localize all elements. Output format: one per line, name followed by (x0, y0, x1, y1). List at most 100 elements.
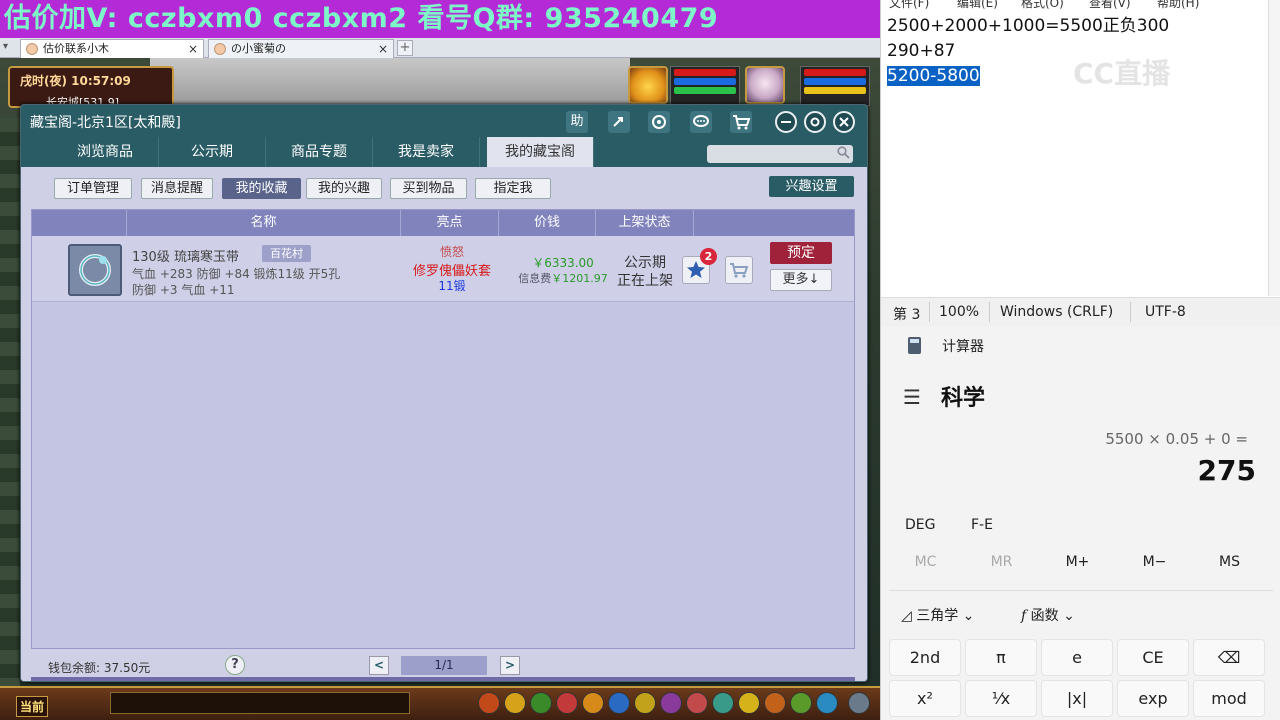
help-icon[interactable]: 助 (566, 111, 588, 133)
memory-add-button[interactable]: M+ (1039, 554, 1116, 570)
calculator-window: 计算器 ☰ 科学 5500 × 0.05 + 0 = 275 DEG F-E M… (880, 326, 1280, 720)
tab-topics[interactable]: 商品专题 (266, 137, 373, 167)
square-key[interactable]: x² (889, 680, 961, 717)
item-price: ￥6333.00 (532, 256, 594, 270)
game-toolbar: 当前 (0, 686, 880, 720)
tab-seller[interactable]: 我是卖家 (373, 137, 480, 167)
hamburger-menu-icon[interactable]: ☰ (903, 385, 921, 409)
game-menu-icon[interactable] (608, 692, 630, 714)
memory-recall-button[interactable]: MR (963, 554, 1040, 570)
new-tab-button[interactable]: + (397, 40, 413, 56)
browser-tab-1[interactable]: 估价联系小木 × (20, 39, 204, 58)
add-to-cart-icon[interactable] (725, 256, 753, 284)
exp-key[interactable]: exp (1117, 680, 1189, 717)
e-key[interactable]: e (1041, 639, 1113, 676)
close-icon[interactable] (833, 111, 855, 133)
function-menu[interactable]: f 函数 ⌄ (1021, 605, 1075, 625)
minimize-icon[interactable] (775, 111, 797, 133)
tab-close-icon[interactable]: × (378, 40, 388, 58)
channel-current[interactable]: 当前 (16, 696, 49, 717)
tab-menu-icon[interactable]: ▾ (3, 41, 8, 52)
order-management-button[interactable]: 订单管理 (54, 178, 132, 199)
game-menu-icon[interactable] (738, 692, 760, 714)
jade-belt-icon[interactable] (68, 244, 122, 296)
reserve-button[interactable]: 预定 (770, 242, 832, 264)
calc-divider (889, 590, 1273, 591)
record-icon[interactable] (648, 111, 670, 133)
settings-icon[interactable] (804, 111, 826, 133)
menu-format[interactable]: 格式(O) (1021, 0, 1064, 11)
notepad-text-area[interactable]: 2500+2000+1000=5500正负300 290+87 5200-5800 (887, 14, 1169, 89)
game-menu-icon[interactable] (660, 692, 682, 714)
chat-input[interactable] (110, 692, 410, 714)
promo-banner: 估价加V: cczbxm0 cczbxm2 看号Q群: 935240479 (0, 0, 880, 38)
message-alert-button[interactable]: 消息提醒 (141, 178, 213, 199)
game-menu-icon[interactable] (764, 692, 786, 714)
browser-tab-2[interactable]: の小蜜菊の × (208, 39, 394, 58)
tab-browse[interactable]: 浏览商品 (52, 137, 159, 167)
triangle-ruler-icon: ◿ (901, 608, 912, 624)
status-eol: Windows (CRLF) (1000, 304, 1114, 320)
tab-close-icon[interactable]: × (188, 40, 198, 58)
game-menu-icon[interactable] (686, 692, 708, 714)
status-line-1: 公示期 (624, 255, 666, 271)
game-menu-icon[interactable] (816, 692, 838, 714)
my-favorites-button[interactable]: 我的收藏 (222, 178, 301, 199)
dialog-titlebar: 藏宝阁-北京1区[太和殿] 助 (21, 105, 867, 137)
pi-key[interactable]: π (965, 639, 1037, 676)
designated-me-button[interactable]: 指定我 (475, 178, 551, 199)
menu-view[interactable]: 查看(V) (1089, 0, 1131, 11)
backspace-icon[interactable]: ⌫ (1193, 639, 1265, 676)
reciprocal-key[interactable]: ¹⁄x (965, 680, 1037, 717)
tab-public-period[interactable]: 公示期 (159, 137, 266, 167)
memory-store-button[interactable]: MS (1191, 554, 1268, 570)
server-badge: 百花村 (262, 245, 311, 262)
fe-toggle[interactable]: F-E (971, 517, 993, 533)
game-menu-icon[interactable] (790, 692, 812, 714)
bought-items-button[interactable]: 买到物品 (390, 178, 467, 199)
search-input[interactable] (707, 145, 853, 163)
next-page-button[interactable]: > (500, 656, 520, 675)
prev-page-button[interactable]: < (369, 656, 389, 675)
table-row[interactable]: 130级 琉璃寒玉带 百花村 气血 +283 防御 +84 锻炼11级 开5孔 … (32, 236, 854, 302)
game-menu-icon[interactable] (556, 692, 578, 714)
notepad-scrollbar[interactable] (1268, 0, 1280, 296)
help-question-icon[interactable]: ? (225, 655, 245, 675)
item-name[interactable]: 130级 琉璃寒玉带 (132, 246, 239, 265)
memory-subtract-button[interactable]: M− (1116, 554, 1193, 570)
status-encoding: UTF-8 (1145, 304, 1186, 320)
memory-clear-button[interactable]: MC (887, 554, 964, 570)
menu-help[interactable]: 帮助(H) (1157, 0, 1199, 11)
game-menu-icon[interactable] (582, 692, 604, 714)
pet-avatar[interactable] (628, 66, 668, 104)
tab-my-pavilion[interactable]: 我的藏宝阁 (487, 137, 594, 167)
game-menu-icon[interactable] (848, 692, 870, 714)
col-price: 价钱 (499, 210, 596, 236)
trig-menu[interactable]: ◿ 三角学 ⌄ (901, 605, 974, 625)
game-menu-icon[interactable] (478, 692, 500, 714)
fee-value: ￥1201.97 (551, 272, 608, 285)
favorite-count-badge: 2 (700, 248, 717, 265)
game-menu-icon[interactable] (530, 692, 552, 714)
interest-settings-button[interactable]: 兴趣设置 (769, 176, 854, 197)
clear-entry-key[interactable]: CE (1117, 639, 1189, 676)
mod-key[interactable]: mod (1193, 680, 1265, 717)
second-key[interactable]: 2nd (889, 639, 961, 676)
player-avatar[interactable] (745, 66, 785, 104)
game-menu-icon[interactable] (634, 692, 656, 714)
game-menu-icon[interactable] (712, 692, 734, 714)
deg-toggle[interactable]: DEG (905, 517, 935, 533)
cart-icon[interactable] (730, 111, 752, 133)
more-button[interactable]: 更多↓ (770, 269, 832, 291)
chat-icon[interactable] (690, 111, 712, 133)
notepad-line-selected: 5200-5800 (887, 66, 980, 86)
game-menu-icon[interactable] (504, 692, 526, 714)
tab-label: の小蜜菊の (231, 42, 286, 55)
search-icon[interactable] (837, 146, 850, 159)
menu-file[interactable]: 文件(F) (889, 0, 929, 11)
abs-key[interactable]: |x| (1041, 680, 1113, 717)
share-icon[interactable] (608, 111, 630, 133)
page-indicator: 1/1 (401, 656, 487, 675)
my-interests-button[interactable]: 我的兴趣 (306, 178, 382, 199)
menu-edit[interactable]: 编辑(E) (957, 0, 998, 11)
